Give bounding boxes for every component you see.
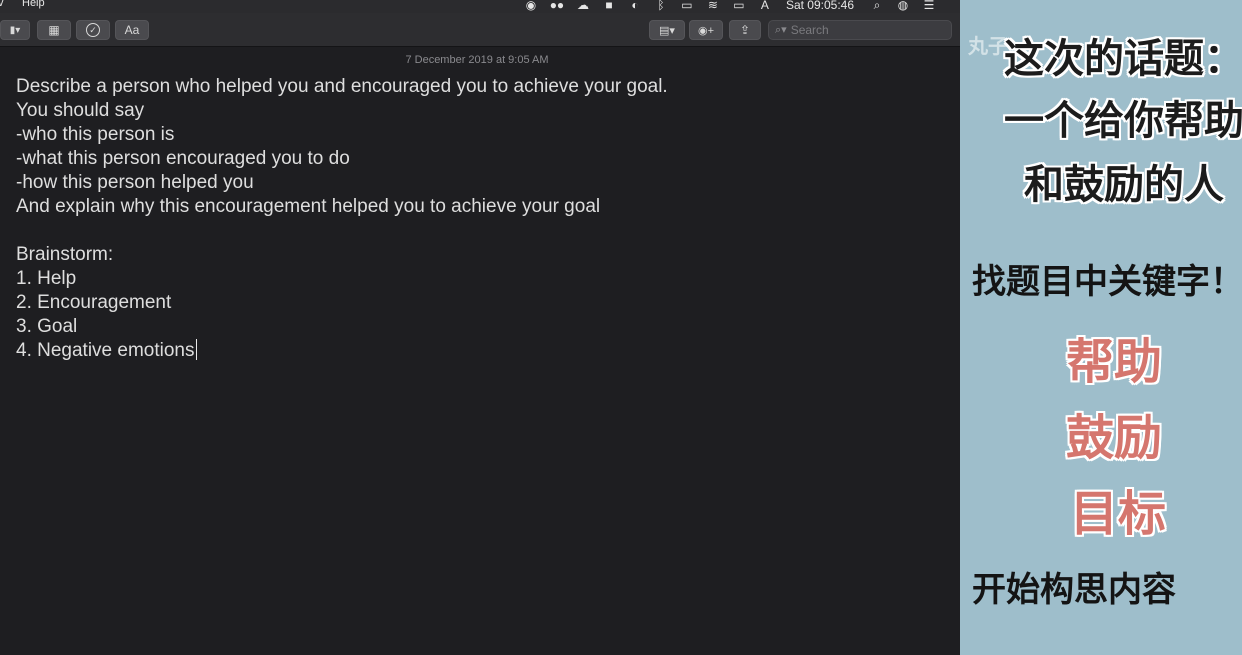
search-field[interactable]: ⌕▾ Search — [768, 20, 952, 40]
note-line: Describe a person who helped you and enc… — [16, 76, 668, 97]
airplay-icon[interactable]: ▭ — [674, 0, 700, 13]
annotation-panel: 丸子 这次的话题： 一个给你帮助 和鼓励的人 找题目中关键字！ 帮助 鼓励 目标… — [960, 0, 1242, 655]
topic-title-line-2: 一个给你帮助 — [1004, 98, 1242, 144]
table-icon: ▦ — [48, 23, 60, 37]
share-icon: ⇪ — [739, 23, 751, 37]
creative-cloud-icon[interactable]: ☁ — [570, 0, 596, 13]
app-icon[interactable]: ■ — [596, 0, 622, 13]
watermark: 丸子 — [968, 36, 1008, 58]
note-line — [16, 219, 916, 243]
attachments-button[interactable]: ▤▾ — [649, 20, 685, 40]
menu-bar: v Help ◉ ●● ☁ ■ ◐ ᛒ ▭ ≋ ▭ A Sat 09:05:46… — [0, 0, 960, 13]
notes-window: v Help ◉ ●● ☁ ■ ◐ ᛒ ▭ ≋ ▭ A Sat 09:05:46… — [0, 0, 960, 655]
spotlight-icon[interactable]: ⌕ — [864, 0, 890, 13]
next-step-text: 开始构思内容 — [972, 570, 1176, 610]
input-source-icon[interactable]: A — [752, 0, 778, 13]
note-line: -who this person is — [16, 124, 175, 145]
note-line: Brainstorm: — [16, 244, 114, 265]
note-date: 7 December 2019 at 9:05 AM — [405, 54, 549, 66]
wechat-icon[interactable]: ●● — [544, 0, 570, 13]
keyword-encouragement: 鼓励 — [1066, 410, 1163, 466]
menu-bar-clock[interactable]: Sat 09:05:46 — [786, 0, 854, 12]
vpn-icon[interactable]: ◐ — [622, 0, 648, 13]
wifi-icon[interactable]: ≋ — [700, 0, 726, 13]
menu-item-partial[interactable]: v — [0, 0, 4, 9]
record-icon[interactable]: ◉ — [518, 0, 544, 13]
bluetooth-icon[interactable]: ᛒ — [648, 0, 674, 13]
notes-toolbar: ▮▾ ▦ ✓ Aa ▤▾ ◉+ ⇪ ⌕▾ Search — [0, 13, 960, 47]
menu-item-help[interactable]: Help — [22, 0, 45, 9]
checklist-button[interactable]: ✓ — [76, 20, 110, 40]
text-caret — [195, 339, 197, 360]
topic-title-line-3: 和鼓励的人 — [1024, 162, 1224, 208]
search-icon: ⌕▾ — [775, 24, 787, 36]
lock-button[interactable]: ▮▾ — [0, 20, 30, 40]
add-people-button[interactable]: ◉+ — [689, 20, 723, 40]
note-line: And explain why this encouragement helpe… — [16, 196, 601, 217]
keyword-goal: 目标 — [1070, 486, 1167, 542]
keywords-heading: 找题目中关键字！ — [972, 262, 1242, 302]
note-line: 1. Help — [16, 268, 77, 289]
share-button[interactable]: ⇪ — [729, 20, 761, 40]
search-placeholder: Search — [790, 23, 829, 37]
note-line-text: 4. Negative emotions — [16, 340, 195, 361]
note-line: -what this person encouraged you to do — [16, 148, 350, 169]
note-line: You should say — [16, 100, 145, 121]
format-button[interactable]: Aa — [115, 20, 149, 40]
notification-center-icon[interactable]: ☰ — [916, 0, 942, 13]
battery-icon[interactable]: ▭ — [726, 0, 752, 13]
keyword-help: 帮助 — [1066, 334, 1163, 390]
siri-icon[interactable]: ◍ — [890, 0, 916, 13]
note-line-last: 4. Negative emotions — [16, 339, 916, 363]
note-line: 3. Goal — [16, 316, 78, 337]
status-icons: ◉ ●● ☁ ■ ◐ ᛒ ▭ ≋ ▭ A Sat 09:05:46 ⌕ ◍ ☰ — [518, 0, 942, 13]
note-line: -how this person helped you — [16, 172, 254, 193]
checklist-icon: ✓ — [86, 23, 100, 37]
note-editor[interactable]: Describe a person who helped you and enc… — [16, 75, 916, 363]
attachments-icon: ▤▾ — [659, 24, 675, 37]
table-button[interactable]: ▦ — [37, 20, 71, 40]
lock-icon: ▮▾ — [9, 24, 21, 36]
note-line: 2. Encouragement — [16, 292, 172, 313]
topic-title-line-1: 这次的话题： — [1004, 36, 1242, 82]
add-people-icon: ◉+ — [697, 24, 715, 37]
